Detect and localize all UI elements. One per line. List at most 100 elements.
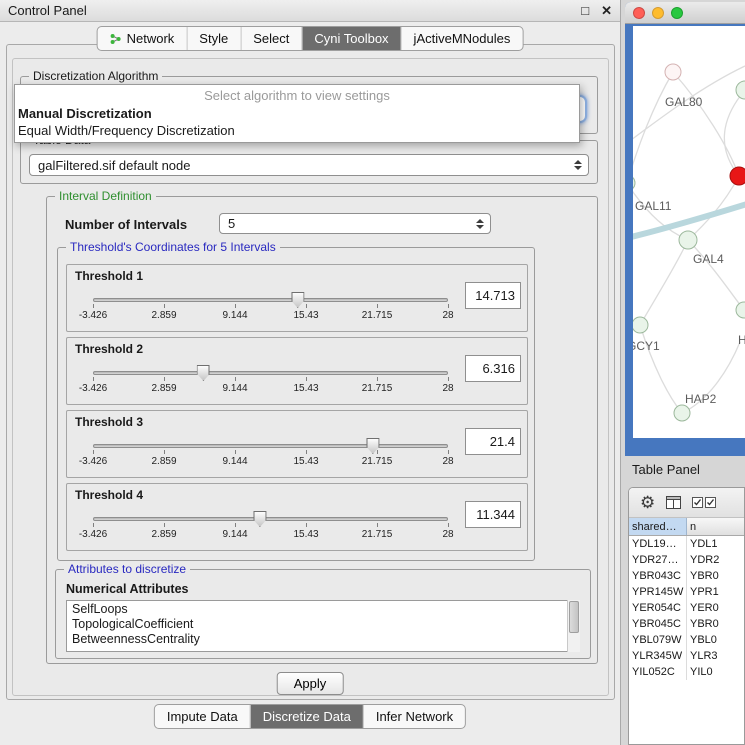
apply-button[interactable]: Apply <box>277 672 344 695</box>
cell-name[interactable]: YBR0 <box>687 568 744 584</box>
threshold-1-value-field[interactable]: 14.713 <box>465 282 521 309</box>
attributes-scrollbar[interactable] <box>567 600 580 652</box>
columns-icon[interactable] <box>666 496 681 509</box>
cell-name[interactable]: YDR2 <box>687 552 744 568</box>
tab-style[interactable]: Style <box>186 27 240 50</box>
cell-name[interactable]: YBL0 <box>687 632 744 648</box>
number-of-intervals-combobox[interactable]: 5 <box>219 213 491 234</box>
attribute-list-item[interactable]: BetweennessCentrality <box>67 631 566 646</box>
tick-label: 2.859 <box>151 310 176 321</box>
tab-impute-data[interactable]: Impute Data <box>155 705 250 728</box>
tab-impute-data-label: Impute Data <box>167 709 238 724</box>
threshold-4-value-field[interactable]: 11.344 <box>465 501 521 528</box>
threshold-3-slider[interactable] <box>93 444 448 448</box>
tab-jactivemnodules[interactable]: jActiveMNodules <box>401 27 523 50</box>
network-node[interactable] <box>679 231 697 249</box>
zoom-traffic-light-icon[interactable] <box>671 7 683 19</box>
network-node[interactable] <box>665 64 681 80</box>
network-canvas[interactable]: GAL80 GAL11 GAL4 GCY1 HAP2 H <box>633 26 745 438</box>
threshold-1-label: Threshold 1 <box>75 269 143 283</box>
cell-name[interactable]: YDL1 <box>687 536 744 552</box>
tab-cyni-toolbox[interactable]: Cyni Toolbox <box>301 27 400 50</box>
cell-shared-name[interactable]: YDL19… <box>629 536 687 552</box>
attribute-list-item[interactable]: TopologicalCoefficient <box>67 616 566 631</box>
dropdown-item-equal-width-frequency[interactable]: Equal Width/Frequency Discretization <box>15 122 579 139</box>
tab-network-label: Network <box>127 31 175 46</box>
cell-shared-name[interactable]: YBR043C <box>629 568 687 584</box>
network-node[interactable] <box>674 405 690 421</box>
column-header-shared-name[interactable]: shared… <box>629 518 687 535</box>
tick-label: 28 <box>442 529 453 540</box>
table-row[interactable]: YDL19… YDL1 <box>629 536 744 552</box>
table-data-group: Table Data galFiltered.sif default node <box>20 140 598 184</box>
threshold-1-panel: Threshold 1 -3.426 2.859 9.144 15.43 21.… <box>66 264 528 332</box>
table-body: YDL19… YDL1 YDR27… YDR2 YBR043C YBR0 YPR… <box>629 536 744 680</box>
cell-name[interactable]: YLR3 <box>687 648 744 664</box>
selected-red-node[interactable] <box>730 167 745 185</box>
cell-shared-name[interactable]: YBR045C <box>629 616 687 632</box>
table-row[interactable]: YPR145W YPR1 <box>629 584 744 600</box>
discretization-algorithm-group-title: Discretization Algorithm <box>29 69 162 83</box>
tick-label: 9.144 <box>222 529 247 540</box>
cell-shared-name[interactable]: YIL052C <box>629 664 687 680</box>
cell-name[interactable]: YIL0 <box>687 664 744 680</box>
combobox-arrows-icon <box>574 160 582 170</box>
network-node[interactable] <box>736 302 745 318</box>
cell-shared-name[interactable]: YER054C <box>629 600 687 616</box>
threshold-1-slider[interactable] <box>93 298 448 302</box>
scrollbar-track[interactable] <box>567 600 580 652</box>
cell-name[interactable]: YER0 <box>687 600 744 616</box>
network-node[interactable] <box>736 81 745 99</box>
threshold-2-scale: -3.426 2.859 9.144 15.43 21.715 28 <box>93 383 448 395</box>
tick-label: -3.426 <box>79 529 107 540</box>
tick-label: 9.144 <box>222 456 247 467</box>
threshold-2-slider[interactable] <box>93 371 448 375</box>
threshold-2-ticks <box>93 377 448 381</box>
table-row[interactable]: YLR345W YLR3 <box>629 648 744 664</box>
minimize-traffic-light-icon[interactable] <box>652 7 664 19</box>
table-row[interactable]: YDR27… YDR2 <box>629 552 744 568</box>
tick-label: 15.43 <box>293 310 318 321</box>
cell-shared-name[interactable]: YBL079W <box>629 632 687 648</box>
tab-infer-network[interactable]: Infer Network <box>363 705 465 728</box>
table-row[interactable]: YIL052C YIL0 <box>629 664 744 680</box>
threshold-4-ticks <box>93 523 448 527</box>
tab-discretize-data[interactable]: Discretize Data <box>250 705 363 728</box>
network-icon <box>110 33 122 45</box>
table-row[interactable]: YER054C YER0 <box>629 600 744 616</box>
number-of-intervals-label: Number of Intervals <box>65 217 187 232</box>
tick-label: 28 <box>442 456 453 467</box>
cell-name[interactable]: YBR0 <box>687 616 744 632</box>
gear-icon[interactable]: ⚙ <box>640 494 655 511</box>
cell-name[interactable]: YPR1 <box>687 584 744 600</box>
network-node[interactable] <box>633 175 635 191</box>
cell-shared-name[interactable]: YDR27… <box>629 552 687 568</box>
number-of-intervals-value: 5 <box>228 216 235 231</box>
table-data-combobox[interactable]: galFiltered.sif default node <box>29 154 589 176</box>
tab-network[interactable]: Network <box>98 27 187 50</box>
close-icon[interactable]: ✕ <box>601 4 612 17</box>
cell-shared-name[interactable]: YPR145W <box>629 584 687 600</box>
table-panel-title: Table Panel <box>632 462 700 477</box>
table-row[interactable]: YBR045C YBR0 <box>629 616 744 632</box>
dropdown-item-manual-discretization[interactable]: Manual Discretization <box>15 105 579 122</box>
select-columns-icon[interactable] <box>692 497 716 508</box>
threshold-4-slider[interactable] <box>93 517 448 521</box>
tab-jactivemnodules-label: jActiveMNodules <box>414 31 511 46</box>
attribute-list-item[interactable]: SelfLoops <box>67 601 566 616</box>
scrollbar-thumb[interactable] <box>569 601 579 633</box>
cell-shared-name[interactable]: YLR345W <box>629 648 687 664</box>
combobox-arrows-icon <box>476 219 484 229</box>
close-traffic-light-icon[interactable] <box>633 7 645 19</box>
dropdown-item-placeholder[interactable]: Select algorithm to view settings <box>15 85 579 105</box>
column-header-name[interactable]: n <box>687 518 744 535</box>
threshold-2-value-field[interactable]: 6.316 <box>465 355 521 382</box>
threshold-3-value-field[interactable]: 21.4 <box>465 428 521 455</box>
tick-label: -3.426 <box>79 383 107 394</box>
float-window-icon[interactable]: □ <box>581 4 589 17</box>
top-tab-bar: Network Style Select Cyni Toolbox jActiv… <box>97 26 524 51</box>
table-row[interactable]: YBL079W YBL0 <box>629 632 744 648</box>
tab-select[interactable]: Select <box>240 27 301 50</box>
table-row[interactable]: YBR043C YBR0 <box>629 568 744 584</box>
network-node[interactable] <box>633 317 648 333</box>
